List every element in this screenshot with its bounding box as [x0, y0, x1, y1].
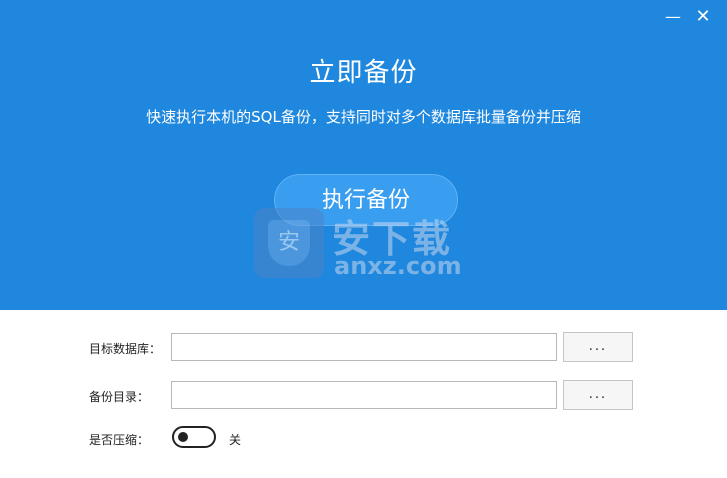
minimize-button[interactable]: —: [660, 6, 686, 28]
watermark-shield-char: 安: [268, 220, 310, 266]
minimize-icon: —: [665, 7, 681, 26]
backup-dir-browse-button[interactable]: ...: [563, 380, 633, 410]
backup-window: — ✕ 立即备份 快速执行本机的SQL备份，支持同时对多个数据库批量备份并压缩 …: [0, 0, 727, 478]
backup-dir-input[interactable]: [171, 381, 557, 409]
watermark-en-text: anxz.com: [334, 252, 462, 280]
target-db-browse-button[interactable]: ...: [563, 332, 633, 362]
close-icon: ✕: [695, 6, 711, 27]
page-subtitle: 快速执行本机的SQL备份，支持同时对多个数据库批量备份并压缩: [146, 108, 581, 126]
hero-banner: — ✕ 立即备份 快速执行本机的SQL备份，支持同时对多个数据库批量备份并压缩 …: [0, 0, 727, 310]
watermark-logo: 安 安下载 anxz.com: [254, 208, 484, 280]
compress-label: 是否压缩：: [89, 433, 150, 447]
close-button[interactable]: ✕: [690, 6, 716, 28]
watermark-shield-icon: 安: [254, 208, 324, 278]
compress-toggle[interactable]: [172, 426, 216, 448]
target-db-label: 目标数据库：: [89, 342, 162, 356]
target-db-input[interactable]: [171, 333, 557, 361]
compress-state-label: 关: [229, 433, 242, 447]
backup-dir-label: 备份目录：: [89, 390, 150, 404]
page-title: 立即备份: [309, 58, 418, 88]
compress-toggle-knob: [178, 432, 188, 442]
